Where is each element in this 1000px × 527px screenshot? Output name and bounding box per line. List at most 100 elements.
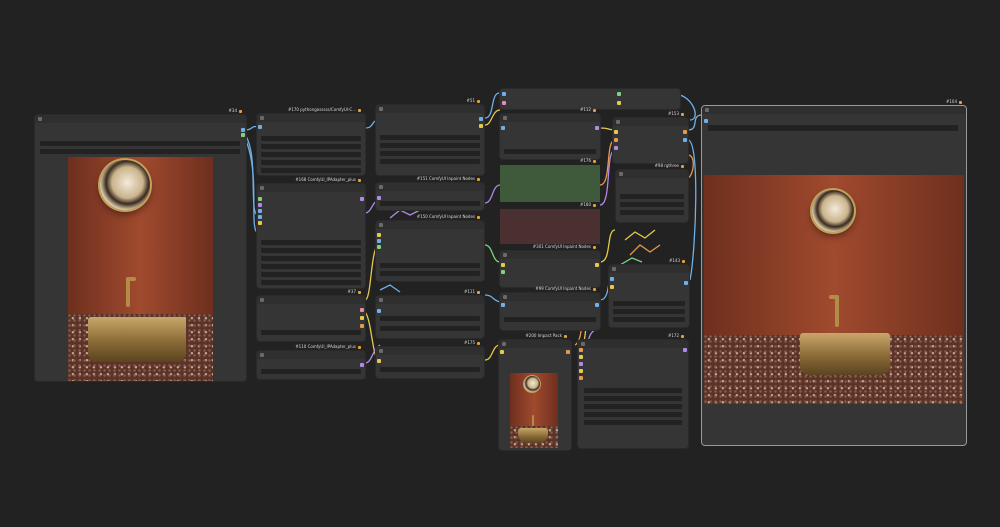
widget-row[interactable] xyxy=(504,149,596,154)
input-port[interactable] xyxy=(258,203,262,207)
collapse-dot-icon[interactable] xyxy=(503,253,507,257)
impact-pack-node[interactable]: #200 Impact Pack xyxy=(499,333,571,450)
widget-row[interactable] xyxy=(584,420,682,425)
input-port[interactable] xyxy=(704,119,708,123)
input-port[interactable] xyxy=(258,209,262,213)
output-port[interactable] xyxy=(595,263,599,267)
widget-row[interactable] xyxy=(380,151,480,156)
widget-row[interactable] xyxy=(584,388,682,393)
input-port[interactable] xyxy=(258,215,262,219)
collapse-dot-icon[interactable] xyxy=(260,186,264,190)
widget-row[interactable] xyxy=(261,160,361,165)
node-37[interactable]: #37 xyxy=(257,289,365,341)
input-port[interactable] xyxy=(377,359,381,363)
output-port[interactable] xyxy=(360,363,364,367)
collapse-dot-icon[interactable] xyxy=(260,353,264,357)
widget-row[interactable] xyxy=(613,309,685,314)
output-port[interactable] xyxy=(684,281,688,285)
widget-row[interactable] xyxy=(380,135,480,140)
output-port[interactable] xyxy=(241,133,245,137)
input-port[interactable] xyxy=(501,263,505,267)
python-goss-node[interactable]: #170 pythongosssss/ComfyUI-C... xyxy=(257,107,365,175)
node-143[interactable]: #143 xyxy=(609,258,689,327)
output-port[interactable] xyxy=(566,350,570,354)
collapse-dot-icon[interactable] xyxy=(581,342,585,346)
output-port[interactable] xyxy=(360,308,364,312)
node-175[interactable]: #175 xyxy=(376,340,484,378)
collapse-dot-icon[interactable] xyxy=(379,349,383,353)
node-153[interactable]: #153 xyxy=(613,111,688,163)
node-header[interactable] xyxy=(257,184,365,192)
widget-row[interactable] xyxy=(261,272,361,277)
output-port[interactable] xyxy=(683,348,687,352)
inpaint-node-301[interactable]: #301 ComfyUI Inpaint Nodes xyxy=(500,244,600,287)
collapse-dot-icon[interactable] xyxy=(616,120,620,124)
input-port[interactable] xyxy=(377,233,381,237)
widget-row[interactable] xyxy=(261,369,361,374)
widget-row[interactable] xyxy=(261,256,361,261)
input-port[interactable] xyxy=(258,221,262,225)
node-header[interactable] xyxy=(500,293,600,301)
input-port[interactable] xyxy=(258,125,262,129)
widget-row[interactable] xyxy=(261,168,361,173)
output-port[interactable] xyxy=(360,197,364,201)
widget-row[interactable] xyxy=(261,264,361,269)
ipadapter-node[interactable]: #168 ComfyUI_IPAdapter_plus xyxy=(257,177,365,288)
input-port[interactable] xyxy=(502,101,506,105)
node-graph-canvas[interactable]: #34 #170 pythongosssss/ComfyUI-C... #168… xyxy=(0,0,1000,527)
node-112[interactable]: #112 xyxy=(500,107,600,159)
widget-row[interactable] xyxy=(584,404,682,409)
rgthree-node[interactable]: #98 rgthree xyxy=(616,163,688,222)
output-port[interactable] xyxy=(595,303,599,307)
filename-prefix-widget[interactable] xyxy=(708,125,958,131)
widget-row[interactable] xyxy=(261,330,361,335)
input-port[interactable] xyxy=(501,126,505,130)
widget-row[interactable] xyxy=(380,367,480,372)
node-header[interactable] xyxy=(613,118,688,126)
collapse-dot-icon[interactable] xyxy=(379,298,383,302)
node-header[interactable] xyxy=(376,296,484,304)
node-header[interactable] xyxy=(609,265,689,273)
output-port[interactable] xyxy=(479,124,483,128)
output-port[interactable] xyxy=(683,138,687,142)
input-port[interactable] xyxy=(579,376,583,380)
output-port[interactable] xyxy=(595,126,599,130)
output-port[interactable] xyxy=(617,92,621,96)
widget-row[interactable] xyxy=(261,248,361,253)
collapse-dot-icon[interactable] xyxy=(38,117,42,121)
widget-row[interactable] xyxy=(380,159,480,164)
collapse-dot-icon[interactable] xyxy=(379,185,383,189)
widget-row[interactable] xyxy=(261,240,361,245)
input-port[interactable] xyxy=(500,350,504,354)
node-header[interactable] xyxy=(376,221,484,229)
node-header[interactable] xyxy=(702,106,966,114)
widget-row[interactable] xyxy=(261,152,361,157)
output-port[interactable] xyxy=(617,101,621,105)
output-port[interactable] xyxy=(479,117,483,121)
widget-row[interactable] xyxy=(620,202,684,207)
load-image-node[interactable]: #34 xyxy=(35,108,246,381)
input-port[interactable] xyxy=(377,309,381,313)
ipadapter-node-2[interactable]: #110 ComfyUI_IPAdapter_plus xyxy=(257,344,365,379)
inpaint-node-151[interactable]: #151 ComfyUI Inpaint Nodes xyxy=(376,176,484,210)
collapse-dot-icon[interactable] xyxy=(379,223,383,227)
input-port[interactable] xyxy=(610,285,614,289)
collapse-dot-icon[interactable] xyxy=(379,107,383,111)
node-header[interactable] xyxy=(499,340,571,348)
pink-group-180[interactable]: #180 xyxy=(500,202,600,244)
node-header[interactable] xyxy=(257,114,365,122)
collapse-dot-icon[interactable] xyxy=(612,267,616,271)
widget-row[interactable] xyxy=(620,210,684,215)
input-port[interactable] xyxy=(377,239,381,243)
widget-row[interactable] xyxy=(261,144,361,149)
widget-row[interactable] xyxy=(584,396,682,401)
collapse-dot-icon[interactable] xyxy=(260,298,264,302)
node-header[interactable] xyxy=(376,105,484,113)
node-header[interactable] xyxy=(616,170,688,178)
widget-row[interactable] xyxy=(613,301,685,306)
node-111[interactable]: #111 xyxy=(376,289,484,338)
widget-row[interactable] xyxy=(504,317,596,322)
output-port[interactable] xyxy=(360,316,364,320)
upload-widget[interactable] xyxy=(40,149,240,154)
output-port[interactable] xyxy=(683,130,687,134)
